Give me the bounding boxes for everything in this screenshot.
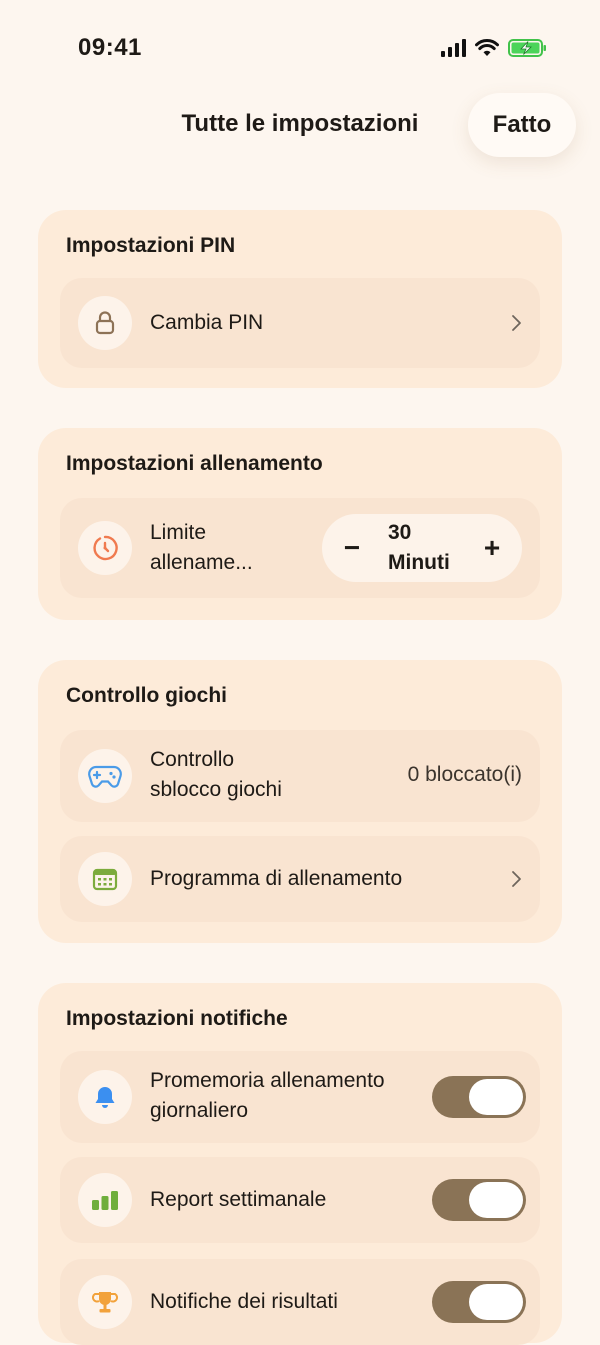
daily-reminder-toggle[interactable] [432,1076,526,1118]
training-limit-label: Limite allename... [150,521,253,574]
section-title: Impostazioni allenamento [66,452,323,475]
done-button[interactable]: Fatto [468,93,576,157]
training-limit-stepper: − 30 Minuti + [322,514,522,582]
weekly-report-row: Report settimanale [60,1157,540,1243]
achievement-notifications-toggle[interactable] [432,1281,526,1323]
training-schedule-label: Programma di allenamento [150,867,403,890]
game-unlock-row[interactable]: Controllo sblocco giochi 0 bloccato(i) [60,730,540,822]
daily-reminder-label: Promemoria allenamento giornaliero [150,1069,385,1122]
change-pin-label: Cambia PIN [150,311,264,334]
training-settings-card: Impostazioni allenamento Limite allename… [38,428,562,620]
section-title: Impostazioni notifiche [66,1007,288,1030]
bell-icon [78,1070,132,1124]
achievement-notifications-row: Notifiche dei risultati [60,1259,540,1345]
weekly-report-toggle[interactable] [432,1179,526,1221]
achievement-notifications-label: Notifiche dei risultati [150,1290,338,1313]
status-bar: 09:41 [0,0,600,96]
toggle-knob [469,1284,523,1320]
gamepad-icon [78,749,132,803]
training-limit-row: Limite allename... − 30 Minuti + [60,498,540,598]
blocked-count: 0 bloccato(i) [407,763,522,786]
battery-charging-icon [508,39,546,57]
toggle-knob [469,1079,523,1115]
training-schedule-row[interactable]: Programma di allenamento [60,836,540,922]
chevron-right-icon [512,871,521,887]
timer-icon [78,521,132,575]
weekly-report-label: Report settimanale [150,1188,327,1211]
wifi-icon [475,39,499,56]
increase-button[interactable]: + [470,526,514,570]
pin-settings-card: Impostazioni PIN Cambia PIN [38,210,562,388]
notification-settings-card: Impostazioni notifiche Promemoria allena… [38,983,562,1345]
calendar-icon [78,852,132,906]
trophy-icon [78,1275,132,1329]
cellular-signal-icon [441,39,466,57]
status-icons [441,38,548,58]
chevron-right-icon [512,315,521,331]
section-title: Impostazioni PIN [66,234,236,257]
daily-reminder-row: Promemoria allenamento giornaliero [60,1051,540,1143]
toggle-knob [469,1182,523,1218]
bar-chart-icon [78,1173,132,1227]
section-title: Controllo giochi [66,684,227,707]
game-control-card: Controllo giochi Controllo sblocco gioch… [38,660,562,943]
training-limit-value: 30 Minuti [388,521,450,574]
lock-icon [78,296,132,350]
status-time: 09:41 [78,34,142,61]
game-unlock-label: Controllo sblocco giochi [150,748,282,801]
decrease-button[interactable]: − [330,526,374,570]
change-pin-row[interactable]: Cambia PIN [60,278,540,368]
